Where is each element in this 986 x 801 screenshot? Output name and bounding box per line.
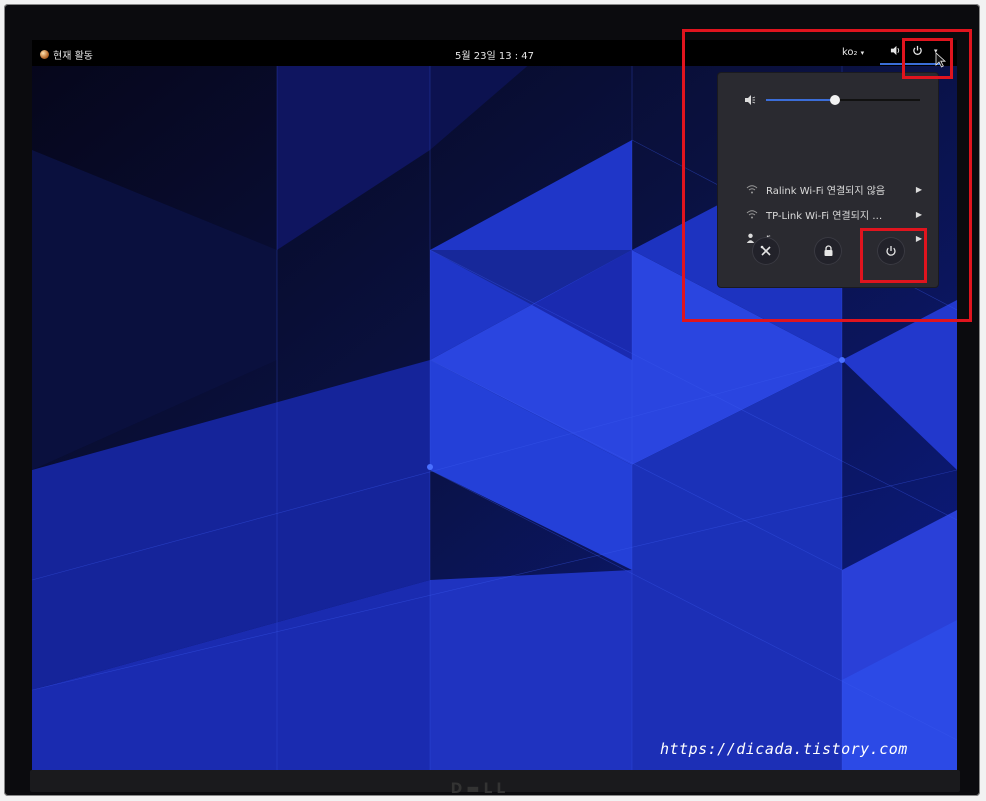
annotation-box-power-button	[860, 228, 927, 283]
annotation-box-power-menu	[902, 38, 953, 79]
monitor-logo: D▬LL	[450, 781, 510, 797]
watermark-text: https://dicada.tistory.com	[660, 740, 908, 758]
